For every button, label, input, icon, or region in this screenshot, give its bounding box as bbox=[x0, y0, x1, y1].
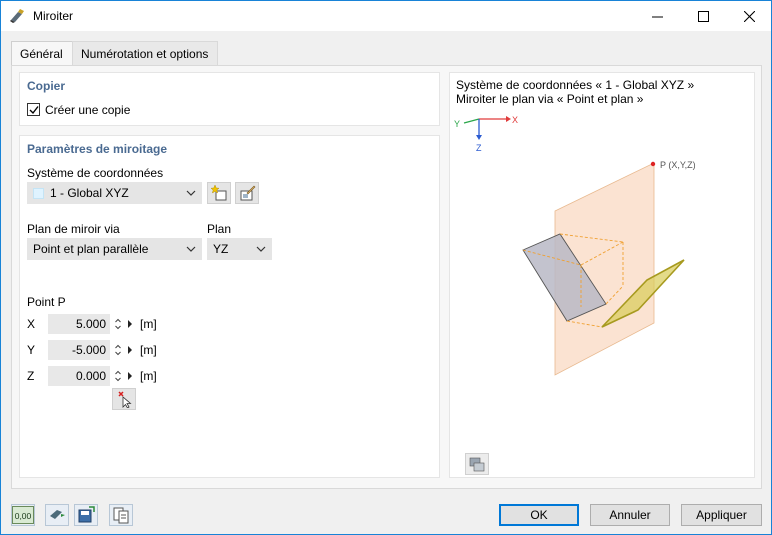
caret-right-icon bbox=[128, 346, 132, 354]
preview-line-1: Système de coordonnées « 1 - Global XYZ … bbox=[456, 78, 695, 92]
mirror-params-title: Paramètres de miroitage bbox=[27, 142, 168, 156]
tab-label: Général bbox=[20, 47, 63, 61]
coord-x-arrow[interactable] bbox=[126, 314, 134, 334]
tab-numbering-options[interactable]: Numérotation et options bbox=[72, 41, 218, 65]
create-copy-label: Créer une copie bbox=[45, 103, 131, 117]
chevron-down-icon bbox=[186, 190, 196, 196]
preview-line-2: Miroiter le plan via « Point et plan » bbox=[456, 92, 644, 106]
title-bar[interactable]: Miroiter bbox=[1, 1, 771, 31]
caret-right-icon bbox=[128, 372, 132, 380]
tab-label: Numérotation et options bbox=[81, 47, 209, 61]
minimize-button[interactable] bbox=[634, 1, 680, 31]
spinner-icon bbox=[115, 370, 121, 382]
coord-y-spinner[interactable] bbox=[114, 340, 122, 360]
plane-label: Plan bbox=[207, 222, 232, 236]
axis-z-label: Z bbox=[476, 143, 482, 153]
coord-z-label: Z bbox=[27, 369, 35, 383]
save-icon bbox=[78, 506, 95, 523]
coord-x-spinner[interactable] bbox=[114, 314, 122, 334]
new-coordinate-system-button[interactable] bbox=[207, 182, 231, 204]
tab-panel-general: Copier Créer une copie Paramètres de mir… bbox=[11, 65, 762, 489]
save-settings-button[interactable] bbox=[74, 504, 98, 526]
spinner-icon bbox=[115, 344, 121, 356]
close-icon bbox=[743, 10, 755, 22]
table-icon bbox=[113, 507, 129, 524]
ok-label: OK bbox=[530, 508, 548, 522]
point-p-marker bbox=[650, 161, 656, 167]
axis-triad-icon: X Y Z bbox=[454, 115, 518, 153]
display-settings-icon bbox=[50, 510, 65, 519]
plane-select[interactable]: YZ bbox=[207, 238, 272, 260]
coord-z-spinner[interactable] bbox=[114, 366, 122, 386]
chevron-down-icon bbox=[186, 246, 196, 252]
display-settings-button[interactable] bbox=[45, 504, 69, 526]
view-options-icon bbox=[469, 457, 485, 472]
coord-y-input[interactable]: -5.000 bbox=[48, 340, 110, 360]
coord-y-arrow[interactable] bbox=[126, 340, 134, 360]
mirror-preview-graphic: X Y Z P (X,Y,Z) bbox=[454, 115, 696, 376]
close-button[interactable] bbox=[726, 1, 772, 31]
apply-label: Appliquer bbox=[696, 508, 747, 522]
cancel-button[interactable]: Annuler bbox=[590, 504, 670, 526]
ok-button[interactable]: OK bbox=[499, 504, 579, 526]
plane-via-value: Point et plan parallèle bbox=[33, 242, 149, 256]
preview-pane: Système de coordonnées « 1 - Global XYZ … bbox=[449, 72, 755, 478]
coord-x-unit: [m] bbox=[140, 317, 157, 331]
coord-z-input[interactable]: 0.000 bbox=[48, 366, 110, 386]
coord-y-label: Y bbox=[27, 343, 36, 357]
window-title: Miroiter bbox=[33, 9, 74, 23]
coordinate-system-value: 1 - Global XYZ bbox=[50, 186, 129, 200]
table-settings-button[interactable] bbox=[109, 504, 133, 526]
plane-via-select[interactable]: Point et plan parallèle bbox=[27, 238, 202, 260]
units-icon: 0,00 bbox=[12, 506, 34, 524]
dialog-window: Miroiter Général Numérotation et options… bbox=[0, 0, 772, 535]
coord-z-arrow[interactable] bbox=[126, 366, 134, 386]
edit-coordinate-system-button[interactable] bbox=[235, 182, 259, 204]
cancel-label: Annuler bbox=[609, 508, 651, 522]
mirror-params-group: Paramètres de miroitage Système de coord… bbox=[19, 135, 440, 478]
plane-via-label: Plan de miroir via bbox=[27, 222, 120, 236]
pick-point-icon bbox=[118, 391, 132, 408]
coord-x-input[interactable]: 5.000 bbox=[48, 314, 110, 334]
plane-value: YZ bbox=[213, 242, 229, 256]
spinner-icon bbox=[115, 318, 121, 330]
chevron-down-icon bbox=[256, 246, 266, 252]
caret-right-icon bbox=[128, 320, 132, 328]
copy-group: Copier Créer une copie bbox=[19, 72, 440, 126]
coordinate-system-label: Système de coordonnées bbox=[27, 166, 164, 180]
edit-coordinate-system-icon bbox=[240, 185, 256, 201]
create-copy-checkbox[interactable] bbox=[27, 103, 40, 116]
coordinate-system-select[interactable]: 1 - Global XYZ bbox=[27, 182, 202, 204]
units-text: 0,00 bbox=[15, 511, 32, 521]
coord-z-unit: [m] bbox=[140, 369, 157, 383]
coord-x-label: X bbox=[27, 317, 36, 331]
units-button[interactable]: 0,00 bbox=[11, 504, 35, 526]
apply-button[interactable]: Appliquer bbox=[681, 504, 762, 526]
coordinate-system-swatch bbox=[33, 187, 44, 199]
maximize-button[interactable] bbox=[680, 1, 726, 31]
minimize-icon bbox=[651, 16, 663, 17]
new-coordinate-system-icon bbox=[210, 184, 227, 201]
view-options-button[interactable] bbox=[465, 453, 489, 475]
copy-group-title: Copier bbox=[27, 79, 66, 93]
maximize-icon bbox=[697, 10, 709, 22]
checkmark-icon bbox=[29, 106, 39, 115]
point-p-caption: P (X,Y,Z) bbox=[660, 160, 696, 170]
tab-general[interactable]: Général bbox=[11, 41, 73, 66]
coord-y-unit: [m] bbox=[140, 343, 157, 357]
axis-y-label: Y bbox=[454, 119, 460, 129]
point-p-label: Point P bbox=[27, 295, 66, 309]
pick-point-button[interactable] bbox=[112, 388, 136, 410]
axis-x-label: X bbox=[512, 115, 518, 125]
app-icon bbox=[9, 8, 27, 24]
